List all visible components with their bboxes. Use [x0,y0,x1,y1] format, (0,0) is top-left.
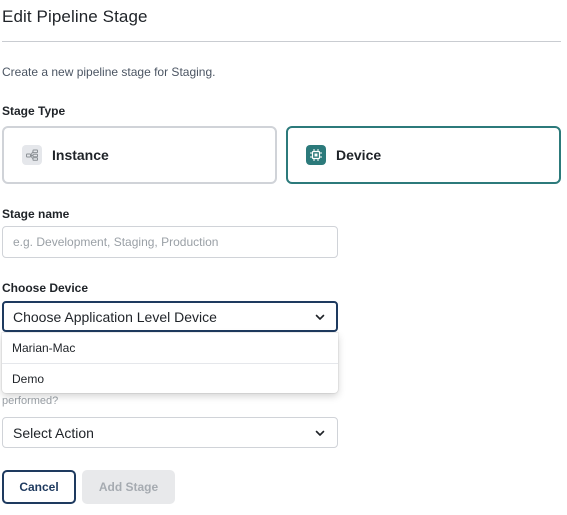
instance-icon [22,145,42,165]
title-divider [2,41,561,42]
add-stage-button[interactable]: Add Stage [82,470,175,504]
device-label: Device [336,147,382,163]
stage-name-label: Stage name [2,207,70,221]
chevron-down-icon [313,310,327,324]
choose-device-label: Choose Device [2,281,89,295]
stage-type-label: Stage Type [2,104,66,118]
choose-device-value: Choose Application Level Device [13,308,217,325]
device-option-marian-mac[interactable]: Marian-Mac [2,333,338,363]
page-subtitle: Create a new pipeline stage for Staging. [2,65,216,79]
stage-type-instance-card[interactable]: Instance [2,126,277,184]
select-action-value: Select Action [13,424,94,441]
device-dropdown-menu: Marian-Mac Demo [2,333,338,393]
device-option-demo[interactable]: Demo [2,363,338,393]
stage-type-device-card[interactable]: Device [286,126,561,184]
stage-name-input[interactable] [2,226,338,258]
edit-pipeline-stage-dialog: Edit Pipeline Stage Create a new pipelin… [0,0,567,515]
cancel-button[interactable]: Cancel [2,470,76,504]
page-title: Edit Pipeline Stage [2,7,148,26]
choose-device-select[interactable]: Choose Application Level Device [2,301,338,332]
action-question-label: performed? [2,395,59,407]
chevron-down-icon [313,426,327,440]
instance-label: Instance [52,147,109,163]
chip-icon [306,145,326,165]
select-action-dropdown[interactable]: Select Action [2,417,338,448]
